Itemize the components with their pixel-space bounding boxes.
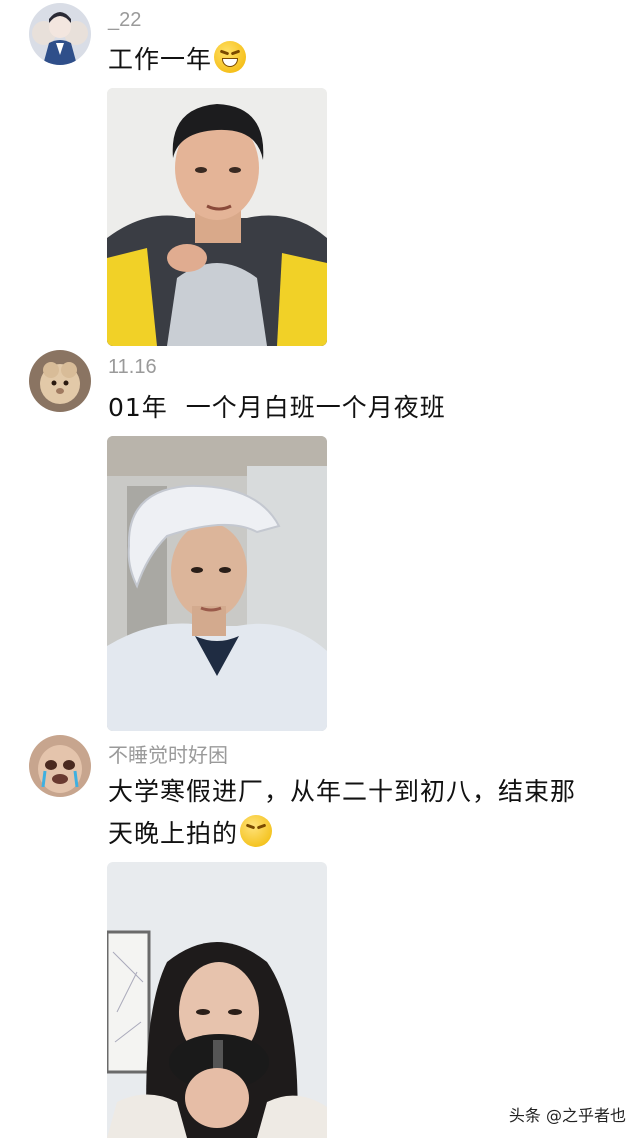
comment-text-3-line2-content: 天晚上拍的 — [108, 819, 239, 848]
comment-username-2[interactable]: 11.16 — [108, 356, 157, 379]
user-avatar-3[interactable] — [29, 735, 91, 797]
comment-text-1-content: 工作一年 — [108, 45, 213, 74]
user-avatar-1[interactable] — [29, 3, 91, 65]
watermark: 头条 @之乎者也 — [508, 1106, 626, 1125]
comment-text-1: 工作一年 — [108, 39, 247, 81]
comment-username-3[interactable]: 不睡觉时好困 — [108, 739, 228, 768]
comment-text-3-line2: 天晚上拍的 — [108, 813, 576, 855]
comment-text-3-line1: 大学寒假进厂，从年二十到初八，结束那 — [108, 777, 577, 806]
grinning-squint-emoji-icon — [214, 41, 247, 73]
user-avatar-2[interactable] — [29, 350, 91, 412]
comment-photo-1[interactable] — [107, 88, 327, 346]
comment-username-1[interactable]: _22 — [108, 9, 141, 32]
comment-photo-2[interactable] — [107, 436, 327, 731]
comment-photo-3[interactable] — [107, 862, 327, 1138]
comment-text-2: 01年 一个月白班一个月夜班 — [108, 393, 446, 422]
pleading-face-emoji-icon — [240, 815, 273, 847]
comment-text-3: 大学寒假进厂，从年二十到初八，结束那 天晚上拍的 — [108, 771, 576, 855]
